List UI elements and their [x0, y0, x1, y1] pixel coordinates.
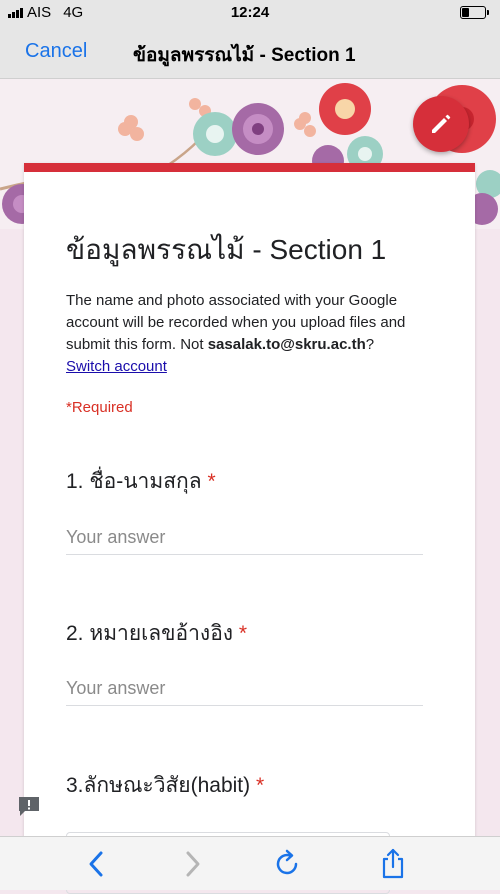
required-star: *	[255, 774, 265, 797]
feedback-icon[interactable]	[17, 795, 41, 817]
switch-account-link[interactable]: Switch account	[66, 358, 167, 375]
required-star: *	[207, 470, 216, 493]
question-3-label: 3.ลักษณะวิสัย(habit) *	[66, 769, 264, 802]
status-time: 12:24	[230, 4, 270, 21]
required-note: *Required	[66, 399, 133, 416]
question-1-label: 1. ชื่อ-นามสกุล *	[66, 465, 216, 498]
question-2-label: 2. หมายเลขอ้างอิง *	[66, 617, 247, 650]
share-icon[interactable]	[376, 847, 410, 881]
notice-suffix: ?	[365, 336, 375, 353]
browser-toolbar	[0, 836, 500, 890]
cancel-button[interactable]: Cancel	[25, 40, 87, 63]
pencil-icon	[432, 114, 451, 133]
account-notice: The name and photo associated with your …	[66, 290, 436, 378]
battery-icon	[460, 6, 489, 19]
status-bar: AIS 4G 12:24	[0, 0, 500, 26]
required-star: *	[238, 622, 248, 645]
form-card: ข้อมูลพรรณไม้ - Section 1 The name and p…	[24, 163, 475, 894]
account-email: sasalak.to@skru.ac.th	[207, 336, 366, 353]
question-1-answer-input[interactable]: Your answer	[66, 527, 423, 555]
question-2-answer-input[interactable]: Your answer	[66, 678, 423, 706]
chevron-right-icon[interactable]	[175, 847, 209, 881]
form-title: ข้อมูลพรรณไม้ - Section 1	[66, 234, 387, 265]
nav-title: ข้อมูลพรรณไม้ - Section 1	[133, 45, 356, 66]
chevron-left-icon[interactable]	[80, 847, 114, 881]
question-label: 3.ลักษณะวิสัย(habit)	[66, 774, 251, 797]
question-label: 1. ชื่อ-นามสกุล	[66, 470, 202, 493]
navigation-bar: Cancel ข้อมูลพรรณไม้ - Section 1	[0, 26, 500, 79]
reload-icon[interactable]	[270, 847, 304, 881]
question-label: 2. หมายเลขอ้างอิง	[66, 622, 234, 645]
edit-button[interactable]	[413, 96, 469, 152]
